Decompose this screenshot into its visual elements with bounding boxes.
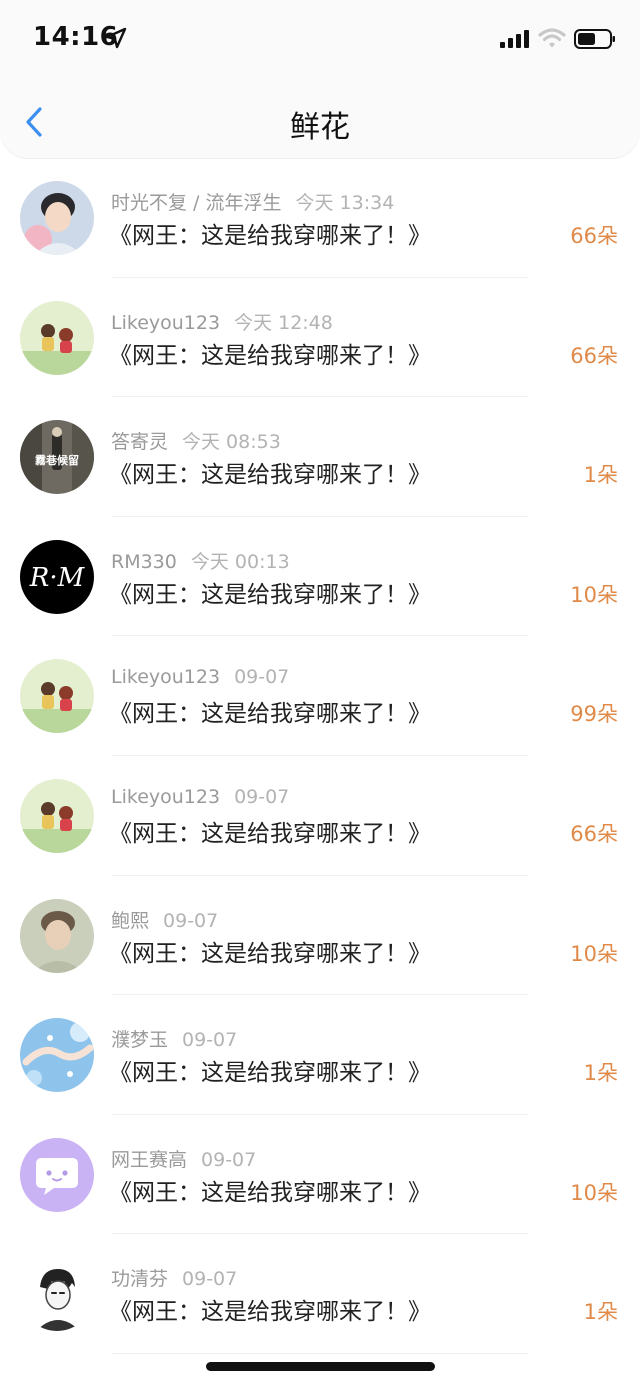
timestamp: 09-07 — [234, 666, 290, 689]
item-meta: 功清芬 09-07 — [111, 1264, 237, 1291]
username: RM330 — [111, 550, 177, 573]
flower-count: 66朵 — [570, 224, 618, 248]
list-item[interactable]: Likeyou123 09-07 《网王：这是给我穿哪来了！》 66朵 — [0, 756, 640, 876]
username: Likeyou123 — [111, 666, 221, 689]
flower-count: 1朵 — [583, 1061, 618, 1086]
flower-count: 1朵 — [583, 1300, 618, 1325]
username: Likeyou123 — [111, 311, 221, 334]
item-meta: RM330 今天 00:13 — [111, 547, 290, 574]
alley-photo-icon: 霧巷候留 — [20, 420, 94, 495]
item-meta: 鲍熙 09-07 — [111, 906, 218, 933]
book-title: 《网王：这是给我穿哪来了！》 — [109, 581, 431, 608]
cartoon-kids-icon — [20, 778, 94, 853]
navigation-bar: 鲜花 — [0, 78, 640, 158]
cartoon-kids-icon — [20, 300, 94, 375]
item-meta: Likeyou123 09-07 — [111, 666, 289, 688]
avatar[interactable] — [20, 1257, 94, 1332]
list-item[interactable]: 霧巷候留 答寄灵 今天 08:53 《网王：这是给我穿哪来了！》 1朵 — [0, 397, 640, 517]
home-indicator[interactable] — [206, 1362, 435, 1371]
avatar[interactable]: R·M — [20, 539, 94, 614]
item-meta: Likeyou123 今天 12:48 — [111, 308, 333, 335]
flower-count: 1朵 — [583, 463, 618, 488]
chat-bubble-icon — [20, 1137, 94, 1212]
book-title: 《网王：这是给我穿哪来了！》 — [109, 820, 431, 847]
username: 鲍熙 — [111, 909, 150, 932]
book-title: 《网王：这是给我穿哪来了！》 — [109, 223, 431, 249]
flower-count: 66朵 — [570, 343, 618, 368]
flower-count: 10朵 — [570, 1180, 618, 1205]
timestamp: 09-07 — [201, 1148, 257, 1171]
timestamp: 09-07 — [234, 785, 290, 808]
item-meta: 时光不复 / 流年浮生 今天 13:34 — [111, 188, 394, 215]
list-item[interactable]: Likeyou123 09-07 《网王：这是给我穿哪来了！》 99朵 — [0, 636, 640, 756]
avatar[interactable] — [20, 1137, 94, 1212]
wifi-icon — [538, 28, 566, 48]
boy-portrait-icon — [20, 181, 94, 255]
location-arrow-icon — [105, 27, 127, 49]
avatar[interactable] — [20, 659, 94, 734]
cartoon-kids-icon — [20, 659, 94, 734]
timestamp: 今天 08:53 — [182, 431, 281, 454]
cellular-signal-icon — [500, 30, 529, 48]
flower-count: 10朵 — [570, 941, 618, 966]
username: 功清芬 — [111, 1268, 169, 1291]
avatar[interactable]: 霧巷候留 — [20, 420, 94, 495]
avatar[interactable] — [20, 898, 94, 973]
list-item[interactable]: Likeyou123 今天 12:48 《网王：这是给我穿哪来了！》 66朵 — [0, 278, 640, 398]
list-item[interactable]: R·M RM330 今天 00:13 《网王：这是给我穿哪来了！》 10朵 — [0, 517, 640, 637]
username: 时光不复 / 流年浮生 — [111, 192, 282, 214]
item-meta: Likeyou123 09-07 — [111, 786, 289, 808]
avatar[interactable] — [20, 300, 94, 375]
book-title: 《网王：这是给我穿哪来了！》 — [109, 1299, 431, 1326]
book-title: 《网王：这是给我穿哪来了！》 — [109, 462, 431, 489]
flower-count: 99朵 — [570, 702, 618, 727]
avatar-text: 霧巷候留 — [35, 453, 79, 467]
timestamp: 今天 13:34 — [295, 192, 395, 214]
timestamp: 09-07 — [163, 909, 219, 932]
item-meta: 答寄灵 今天 08:53 — [111, 427, 281, 454]
username: Likeyou123 — [111, 785, 221, 808]
book-title: 《网王：这是给我穿哪来了！》 — [109, 1179, 431, 1206]
avatar[interactable] — [20, 1018, 94, 1093]
item-meta: 濮梦玉 09-07 — [111, 1025, 237, 1052]
timestamp: 09-07 — [182, 1268, 238, 1291]
username: 网王赛高 — [111, 1148, 188, 1171]
book-title: 《网王：这是给我穿哪来了！》 — [109, 342, 431, 369]
monogram-icon: R·M — [20, 539, 94, 614]
status-bar: 14:16 — [0, 0, 640, 78]
page-title: 鲜花 — [290, 110, 350, 145]
battery-icon — [574, 29, 615, 49]
anime-sketch-icon — [20, 1257, 94, 1332]
username: 濮梦玉 — [111, 1029, 169, 1052]
timestamp: 今天 00:13 — [190, 550, 290, 573]
avatar-text: R·M — [29, 563, 86, 593]
list-item[interactable]: 网王赛高 09-07 《网王：这是给我穿哪来了！》 10朵 — [0, 1115, 640, 1235]
avatar[interactable] — [20, 181, 94, 255]
list-item[interactable]: 鲍熙 09-07 《网王：这是给我穿哪来了！》 10朵 — [0, 876, 640, 996]
avatar[interactable] — [20, 778, 94, 853]
book-title: 《网王：这是给我穿哪来了！》 — [109, 701, 431, 728]
hands-water-icon — [20, 1018, 94, 1093]
list-item[interactable]: 时光不复 / 流年浮生 今天 13:34 《网王：这是给我穿哪来了！》 66朵 — [0, 158, 640, 278]
flower-count: 66朵 — [570, 821, 618, 846]
list-item[interactable]: 功清芬 09-07 《网王：这是给我穿哪来了！》 1朵 — [0, 1234, 640, 1354]
timestamp: 今天 12:48 — [234, 311, 333, 334]
flower-gift-list: 时光不复 / 流年浮生 今天 13:34 《网王：这是给我穿哪来了！》 66朵 L… — [0, 158, 640, 1354]
book-title: 《网王：这是给我穿哪来了！》 — [109, 940, 431, 967]
timestamp: 09-07 — [182, 1029, 238, 1052]
man-portrait-icon — [20, 898, 94, 973]
flower-count: 10朵 — [570, 582, 618, 607]
book-title: 《网王：这是给我穿哪来了！》 — [109, 1060, 431, 1087]
item-meta: 网王赛高 09-07 — [111, 1145, 256, 1172]
list-item[interactable]: 濮梦玉 09-07 《网王：这是给我穿哪来了！》 1朵 — [0, 995, 640, 1115]
username: 答寄灵 — [111, 431, 169, 454]
